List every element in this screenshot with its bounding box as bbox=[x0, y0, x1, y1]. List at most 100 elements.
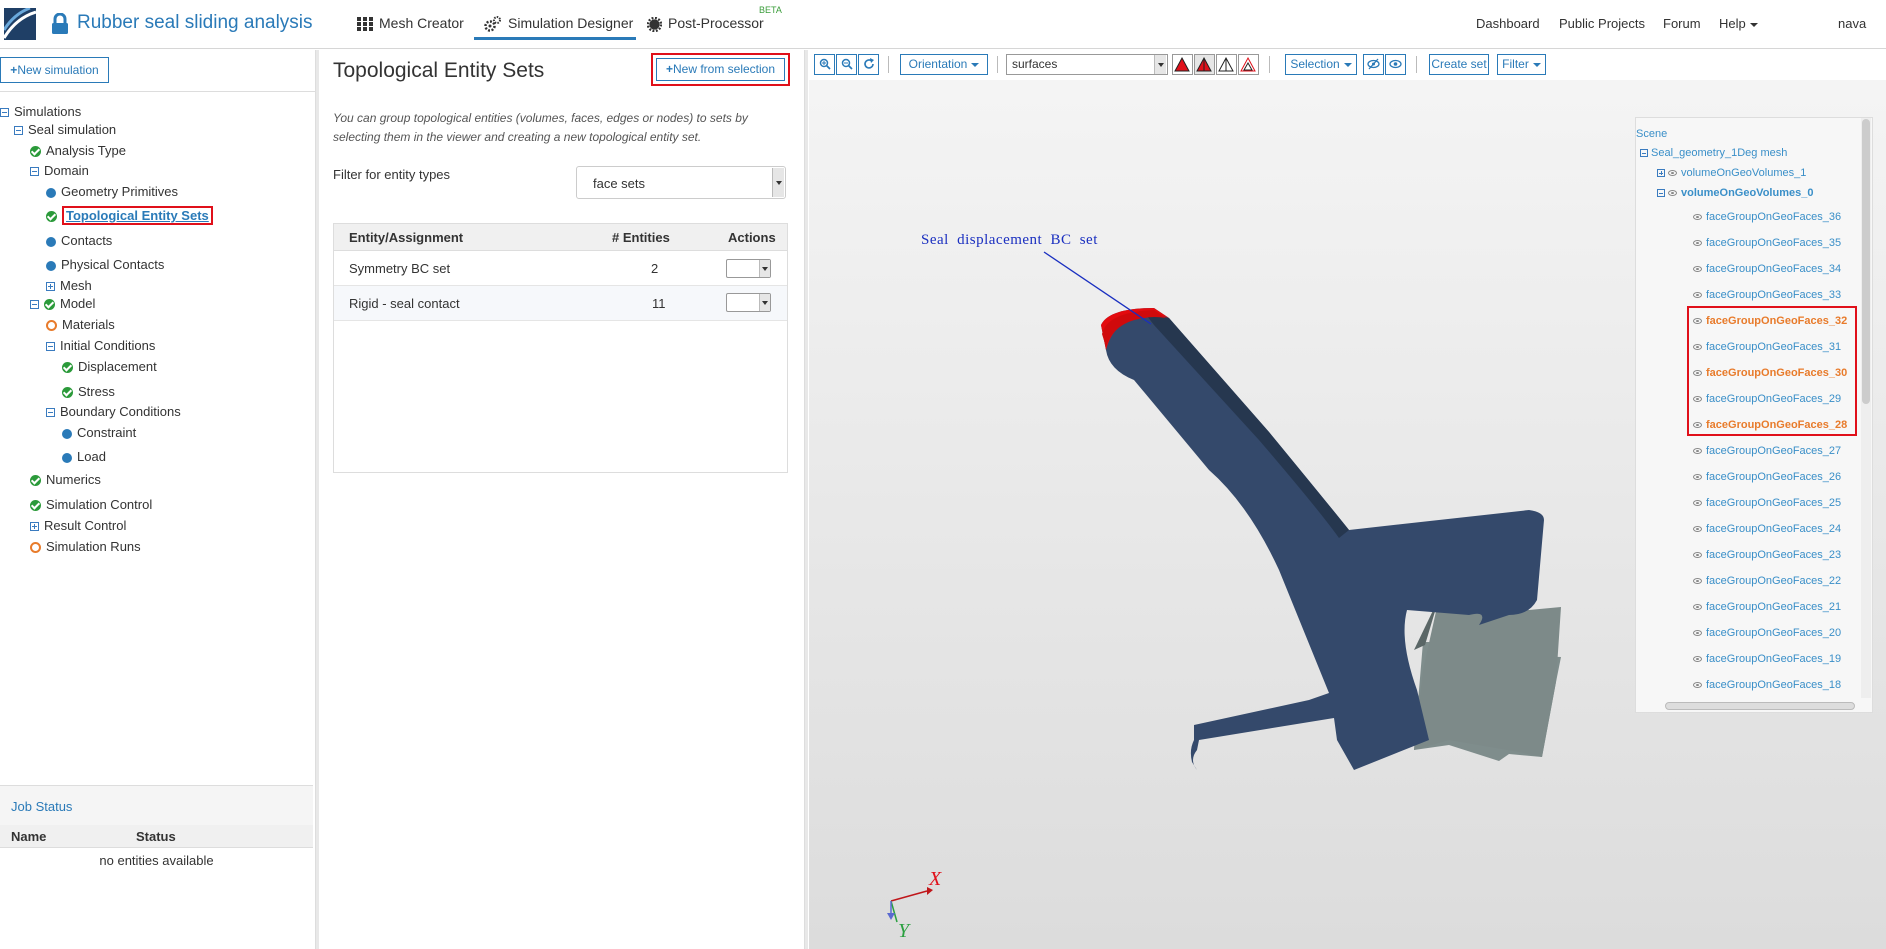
scene-face-group[interactable]: faceGroupOnGeoFaces_22 bbox=[1693, 574, 1841, 588]
eye-icon[interactable] bbox=[1693, 630, 1702, 637]
eye-icon[interactable] bbox=[1693, 266, 1702, 273]
tree-seal-simulation[interactable]: Seal simulation bbox=[14, 121, 116, 139]
tree-simulation-runs[interactable]: Simulation Runs bbox=[30, 538, 141, 556]
nav-post-processor[interactable]: Post-Processor bbox=[647, 15, 764, 32]
collapse-icon[interactable] bbox=[1657, 189, 1665, 198]
render-mode-select[interactable]: surfaces bbox=[1006, 54, 1168, 75]
eye-icon[interactable] bbox=[1693, 682, 1702, 689]
eye-icon[interactable] bbox=[1668, 190, 1677, 197]
actions-dropdown[interactable] bbox=[726, 293, 771, 312]
nav-public-projects[interactable]: Public Projects bbox=[1559, 16, 1645, 31]
table-row[interactable]: Symmetry BC set 2 bbox=[334, 251, 787, 286]
reset-view-button[interactable] bbox=[858, 54, 879, 75]
eye-icon[interactable] bbox=[1693, 578, 1702, 585]
tree-analysis-type[interactable]: Analysis Type bbox=[30, 142, 126, 160]
eye-icon[interactable] bbox=[1693, 604, 1702, 611]
tree-initial-conditions[interactable]: Initial Conditions bbox=[46, 337, 155, 355]
tree-simulation-control[interactable]: Simulation Control bbox=[30, 496, 152, 514]
create-set-button[interactable]: Create set bbox=[1429, 54, 1489, 75]
actions-dropdown[interactable] bbox=[726, 259, 771, 278]
scene-face-group[interactable]: faceGroupOnGeoFaces_23 bbox=[1693, 548, 1841, 562]
nav-mesh-creator[interactable]: Mesh Creator bbox=[357, 15, 464, 32]
surface-edges-button[interactable] bbox=[1194, 54, 1215, 75]
eye-icon[interactable] bbox=[1668, 170, 1677, 177]
app-logo[interactable] bbox=[4, 8, 36, 40]
transparent-button[interactable] bbox=[1238, 54, 1259, 75]
new-from-selection-button[interactable]: +New from selection bbox=[656, 58, 785, 81]
tree-materials[interactable]: Materials bbox=[46, 316, 115, 334]
eye-icon[interactable] bbox=[1693, 240, 1702, 247]
eye-icon[interactable] bbox=[1693, 526, 1702, 533]
show-all-button[interactable] bbox=[1385, 54, 1406, 75]
collapse-icon[interactable] bbox=[46, 408, 55, 418]
surface-render-button[interactable] bbox=[1172, 54, 1193, 75]
collapse-icon[interactable] bbox=[0, 108, 9, 118]
tree-geometry-primitives[interactable]: Geometry Primitives bbox=[46, 183, 178, 201]
eye-icon[interactable] bbox=[1693, 500, 1702, 507]
scene-face-group[interactable]: faceGroupOnGeoFaces_35 bbox=[1693, 236, 1841, 250]
tree-simulations[interactable]: Simulations bbox=[0, 103, 81, 121]
collapse-icon[interactable] bbox=[14, 126, 23, 136]
panel-resize-handle[interactable] bbox=[804, 50, 808, 949]
tree-contacts[interactable]: Contacts bbox=[46, 232, 112, 250]
expand-icon[interactable] bbox=[46, 282, 55, 292]
panel-resize-handle[interactable] bbox=[315, 50, 319, 949]
new-simulation-button[interactable]: +New simulation bbox=[0, 57, 109, 83]
tree-displacement[interactable]: Displacement bbox=[62, 358, 157, 376]
scene-face-group[interactable]: faceGroupOnGeoFaces_21 bbox=[1693, 600, 1841, 614]
selection-dropdown[interactable]: Selection bbox=[1285, 54, 1357, 75]
zoom-out-button[interactable] bbox=[836, 54, 857, 75]
tree-result-control[interactable]: Result Control bbox=[30, 517, 126, 535]
nav-forum[interactable]: Forum bbox=[1663, 16, 1701, 31]
scene-scrollbar-thumb[interactable] bbox=[1862, 119, 1870, 404]
expand-icon[interactable] bbox=[30, 522, 39, 532]
scene-face-group[interactable]: faceGroupOnGeoFaces_20 bbox=[1693, 626, 1841, 640]
eye-icon[interactable] bbox=[1693, 214, 1702, 221]
tree-physical-contacts[interactable]: Physical Contacts bbox=[46, 256, 164, 274]
nav-dashboard[interactable]: Dashboard bbox=[1476, 16, 1540, 31]
scene-face-group[interactable]: faceGroupOnGeoFaces_26 bbox=[1693, 470, 1841, 484]
nav-user-menu[interactable]: nava bbox=[1838, 16, 1866, 31]
filter-dropdown[interactable]: Filter bbox=[1497, 54, 1546, 75]
expand-icon[interactable] bbox=[1657, 169, 1665, 178]
collapse-icon[interactable] bbox=[46, 342, 55, 352]
scene-volume-1-node[interactable]: volumeOnGeoVolumes_1 bbox=[1657, 166, 1806, 180]
tree-topological-entity-sets[interactable]: Topological Entity Sets bbox=[46, 206, 213, 225]
collapse-icon[interactable] bbox=[1640, 149, 1648, 158]
project-title[interactable]: Rubber seal sliding analysis bbox=[77, 12, 313, 34]
orientation-dropdown[interactable]: Orientation bbox=[900, 54, 988, 75]
tree-load[interactable]: Load bbox=[62, 448, 106, 466]
scene-scrollbar-horizontal[interactable] bbox=[1665, 702, 1855, 710]
tree-mesh[interactable]: Mesh bbox=[46, 277, 92, 295]
scene-root[interactable]: Scene bbox=[1636, 127, 1667, 141]
eye-icon[interactable] bbox=[1693, 292, 1702, 299]
scene-volume-0-node[interactable]: volumeOnGeoVolumes_0 bbox=[1657, 186, 1813, 200]
tree-constraint[interactable]: Constraint bbox=[62, 424, 136, 442]
nav-simulation-designer[interactable]: Simulation Designer bbox=[484, 15, 633, 33]
entity-type-filter-select[interactable]: face sets bbox=[576, 166, 786, 199]
nav-help[interactable]: Help bbox=[1719, 16, 1758, 31]
job-status-title[interactable]: Job Status bbox=[11, 799, 72, 814]
scene-face-group[interactable]: faceGroupOnGeoFaces_34 bbox=[1693, 262, 1841, 276]
tree-numerics[interactable]: Numerics bbox=[30, 471, 101, 489]
scene-face-group[interactable]: faceGroupOnGeoFaces_25 bbox=[1693, 496, 1841, 510]
tree-model[interactable]: Model bbox=[30, 295, 95, 313]
eye-icon[interactable] bbox=[1693, 448, 1702, 455]
scene-face-group[interactable]: faceGroupOnGeoFaces_24 bbox=[1693, 522, 1841, 536]
collapse-icon[interactable] bbox=[30, 167, 39, 177]
eye-icon[interactable] bbox=[1693, 656, 1702, 663]
table-row[interactable]: Rigid - seal contact 11 bbox=[334, 286, 787, 321]
tree-domain[interactable]: Domain bbox=[30, 162, 89, 180]
scene-face-group[interactable]: faceGroupOnGeoFaces_18 bbox=[1693, 678, 1841, 692]
scene-mesh-node[interactable]: Seal_geometry_1Deg mesh bbox=[1640, 146, 1787, 160]
hide-selected-button[interactable] bbox=[1363, 54, 1384, 75]
zoom-in-button[interactable] bbox=[814, 54, 835, 75]
eye-icon[interactable] bbox=[1693, 474, 1702, 481]
scene-face-group[interactable]: faceGroupOnGeoFaces_33 bbox=[1693, 288, 1841, 302]
tree-boundary-conditions[interactable]: Boundary Conditions bbox=[46, 403, 181, 421]
wireframe-button[interactable] bbox=[1216, 54, 1237, 75]
scene-face-group[interactable]: faceGroupOnGeoFaces_19 bbox=[1693, 652, 1841, 666]
tree-stress[interactable]: Stress bbox=[62, 383, 115, 401]
eye-icon[interactable] bbox=[1693, 552, 1702, 559]
scene-face-group[interactable]: faceGroupOnGeoFaces_36 bbox=[1693, 210, 1841, 224]
